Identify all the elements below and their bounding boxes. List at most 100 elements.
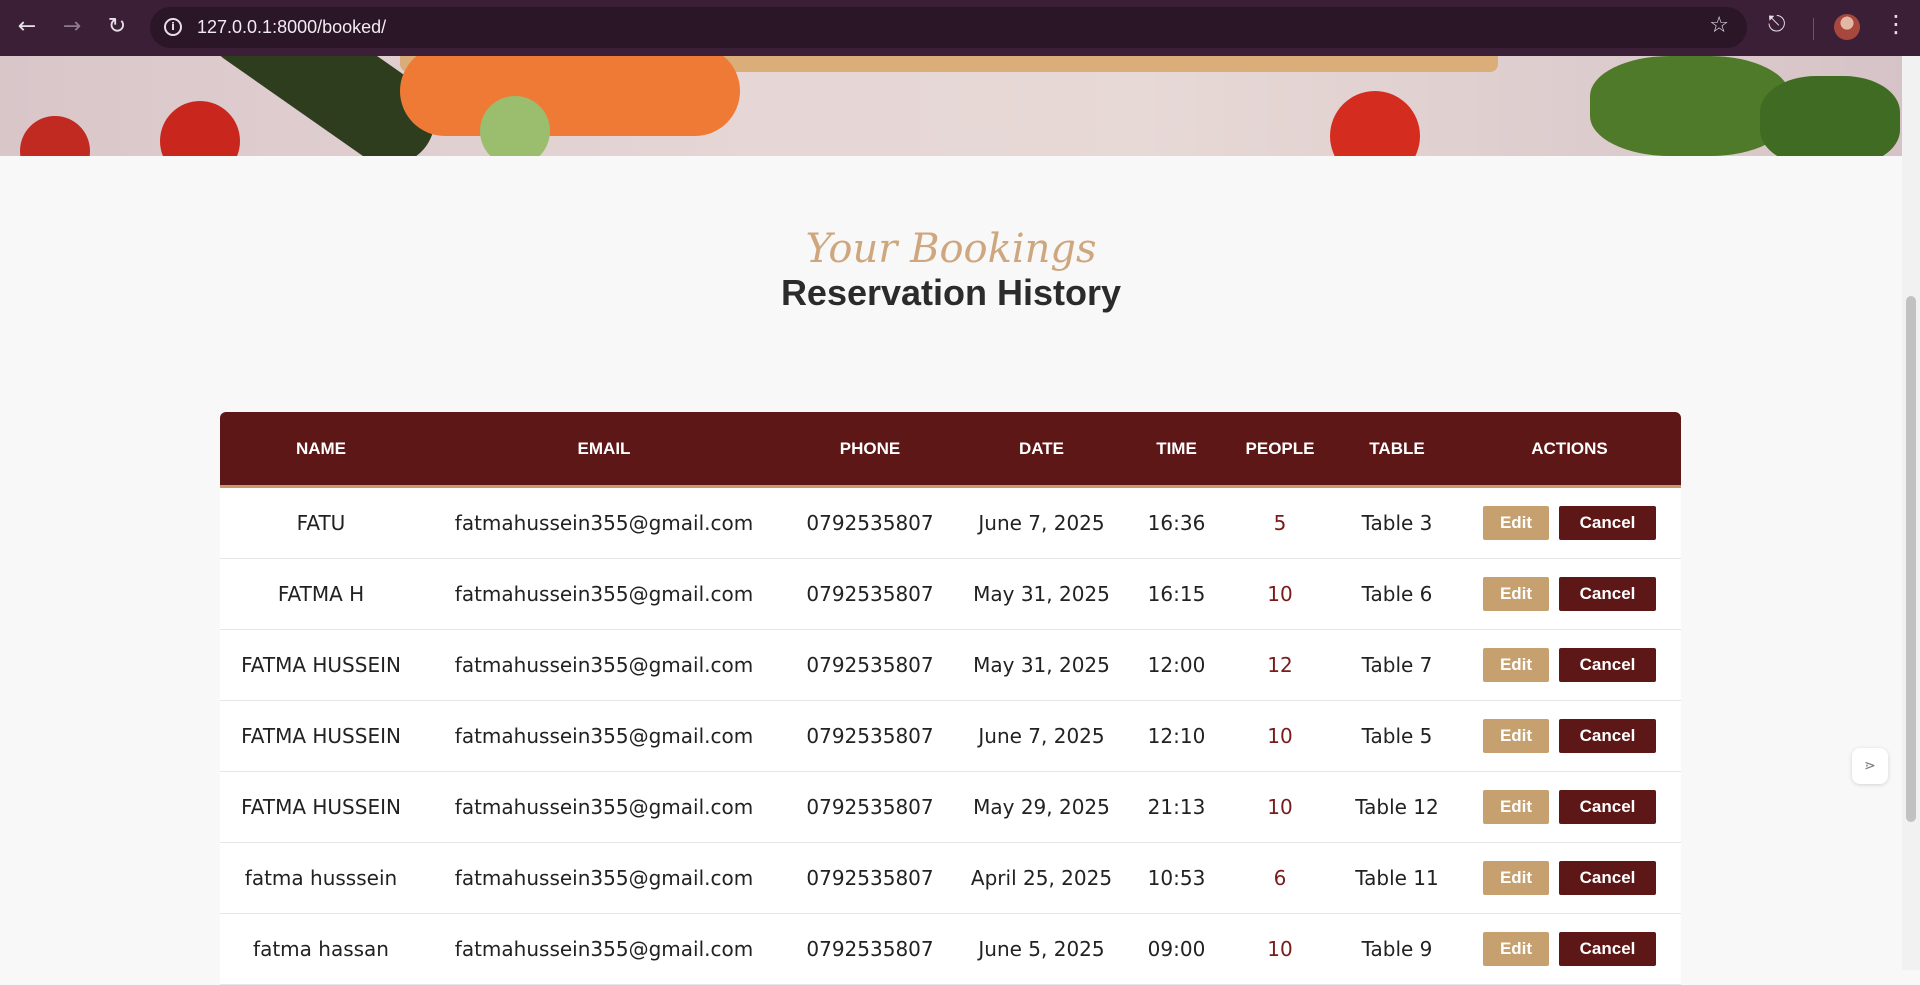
cell-email: fatmahussein355@gmail.com bbox=[454, 937, 754, 961]
cell-table: Table 6 bbox=[1361, 582, 1433, 606]
cell-actions: Edit Cancel bbox=[1458, 719, 1681, 753]
cancel-button[interactable]: Cancel bbox=[1559, 932, 1656, 966]
table-row: FATMA HUSSEIN fatmahussein355@gmail.com … bbox=[220, 630, 1681, 701]
table-row: FATMA H fatmahussein355@gmail.com 079253… bbox=[220, 559, 1681, 630]
cell-date: June 7, 2025 bbox=[978, 511, 1105, 535]
extensions-icon[interactable]: ⎋ bbox=[1768, 12, 1794, 40]
cell-email: fatmahussein355@gmail.com bbox=[454, 653, 754, 677]
edit-button[interactable]: Edit bbox=[1483, 719, 1549, 753]
tomato-image bbox=[1330, 91, 1420, 156]
info-icon[interactable]: i bbox=[164, 18, 182, 36]
cell-people: 10 bbox=[1267, 937, 1293, 961]
edit-button[interactable]: Edit bbox=[1483, 790, 1549, 824]
cell-time: 09:00 bbox=[1147, 937, 1206, 961]
cell-email: fatmahussein355@gmail.com bbox=[454, 582, 754, 606]
cancel-button[interactable]: Cancel bbox=[1559, 790, 1656, 824]
cell-date: May 31, 2025 bbox=[973, 653, 1110, 677]
cancel-button[interactable]: Cancel bbox=[1559, 648, 1656, 682]
cell-name: FATMA H bbox=[277, 582, 365, 606]
cell-email: fatmahussein355@gmail.com bbox=[454, 511, 754, 535]
cell-table: Table 7 bbox=[1361, 653, 1433, 677]
cell-people: 10 bbox=[1267, 795, 1293, 819]
cell-time: 12:00 bbox=[1147, 653, 1206, 677]
cell-name: fatma hassan bbox=[253, 937, 389, 961]
cell-date: June 5, 2025 bbox=[978, 937, 1105, 961]
cancel-button[interactable]: Cancel bbox=[1559, 577, 1656, 611]
cell-phone: 0792535807 bbox=[806, 582, 934, 606]
cell-email: fatmahussein355@gmail.com bbox=[454, 866, 754, 890]
column-header-table: TABLE bbox=[1369, 438, 1425, 458]
cell-table: Table 5 bbox=[1361, 724, 1433, 748]
cell-table: Table 11 bbox=[1355, 866, 1439, 890]
column-header-time: TIME bbox=[1156, 438, 1197, 458]
tomato-image bbox=[160, 101, 240, 156]
address-bar[interactable]: i 127.0.0.1:8000/booked/ ☆ bbox=[150, 7, 1747, 48]
cell-time: 16:36 bbox=[1147, 511, 1206, 535]
cancel-button[interactable]: Cancel bbox=[1559, 506, 1656, 540]
bookmark-star-icon[interactable]: ☆ bbox=[1709, 13, 1729, 38]
cell-phone: 0792535807 bbox=[806, 724, 934, 748]
table-row: FATU fatmahussein355@gmail.com 079253580… bbox=[220, 488, 1681, 559]
edit-button[interactable]: Edit bbox=[1483, 577, 1549, 611]
carrots-image bbox=[400, 56, 740, 136]
side-widget-icon[interactable]: ⋗ bbox=[1852, 748, 1888, 784]
cell-actions: Edit Cancel bbox=[1458, 648, 1681, 682]
cell-people: 5 bbox=[1273, 511, 1287, 535]
edit-button[interactable]: Edit bbox=[1483, 932, 1549, 966]
column-header-actions: ACTIONS bbox=[1531, 438, 1608, 458]
hero-banner bbox=[0, 56, 1902, 156]
cell-time: 16:15 bbox=[1147, 582, 1206, 606]
cell-date: May 31, 2025 bbox=[973, 582, 1110, 606]
cancel-button[interactable]: Cancel bbox=[1559, 861, 1656, 895]
cell-phone: 0792535807 bbox=[806, 795, 934, 819]
cell-name: FATU bbox=[296, 511, 346, 535]
cell-phone: 0792535807 bbox=[806, 866, 934, 890]
url-text[interactable]: 127.0.0.1:8000/booked/ bbox=[197, 17, 386, 38]
table-row: FATMA HUSSEIN fatmahussein355@gmail.com … bbox=[220, 772, 1681, 843]
cell-people: 6 bbox=[1273, 866, 1287, 890]
cell-phone: 0792535807 bbox=[806, 511, 934, 535]
cell-actions: Edit Cancel bbox=[1458, 577, 1681, 611]
reload-icon[interactable]: ↻ bbox=[100, 10, 134, 44]
parsley-image bbox=[1760, 76, 1900, 156]
column-header-email: EMAIL bbox=[577, 438, 631, 458]
cell-email: fatmahussein355@gmail.com bbox=[454, 724, 754, 748]
edit-button[interactable]: Edit bbox=[1483, 648, 1549, 682]
cell-table: Table 12 bbox=[1355, 795, 1439, 819]
cell-actions: Edit Cancel bbox=[1458, 932, 1681, 966]
cell-name: FATMA HUSSEIN bbox=[241, 653, 401, 677]
more-menu-icon[interactable]: ⋮ bbox=[1884, 10, 1908, 38]
cell-date: April 25, 2025 bbox=[970, 866, 1113, 890]
cell-table: Table 9 bbox=[1361, 937, 1433, 961]
column-header-phone: PHONE bbox=[839, 438, 901, 458]
cancel-button[interactable]: Cancel bbox=[1559, 719, 1656, 753]
forward-arrow-icon[interactable]: → bbox=[55, 10, 89, 44]
column-header-name: NAME bbox=[295, 438, 347, 458]
column-header-date: DATE bbox=[1018, 438, 1064, 458]
cell-name: FATMA HUSSEIN bbox=[241, 795, 401, 819]
profile-avatar-icon[interactable] bbox=[1834, 14, 1860, 40]
section-eyebrow: Your Bookings bbox=[805, 226, 1097, 272]
cell-actions: Edit Cancel bbox=[1458, 861, 1681, 895]
column-header-people: PEOPLE bbox=[1245, 438, 1315, 458]
toolbar-divider bbox=[1813, 18, 1814, 40]
cell-time: 10:53 bbox=[1147, 866, 1206, 890]
cell-phone: 0792535807 bbox=[806, 937, 934, 961]
cell-time: 21:13 bbox=[1147, 795, 1206, 819]
cell-phone: 0792535807 bbox=[806, 653, 934, 677]
edit-button[interactable]: Edit bbox=[1483, 861, 1549, 895]
back-arrow-icon[interactable]: ← bbox=[10, 10, 44, 44]
cell-name: FATMA HUSSEIN bbox=[241, 724, 401, 748]
table-row: FATMA HUSSEIN fatmahussein355@gmail.com … bbox=[220, 701, 1681, 772]
cell-date: June 7, 2025 bbox=[978, 724, 1105, 748]
table-header: NAME EMAIL PHONE DATE TIME PEOPLE TABLE … bbox=[220, 412, 1681, 488]
table-row: fatma husssein fatmahussein355@gmail.com… bbox=[220, 843, 1681, 914]
edit-button[interactable]: Edit bbox=[1483, 506, 1549, 540]
cell-people: 10 bbox=[1267, 724, 1293, 748]
cell-date: May 29, 2025 bbox=[973, 795, 1110, 819]
reservations-table: NAME EMAIL PHONE DATE TIME PEOPLE TABLE … bbox=[220, 412, 1681, 985]
scrollbar-thumb[interactable] bbox=[1906, 296, 1916, 822]
browser-toolbar: ← → ↻ i 127.0.0.1:8000/booked/ ☆ ⎋ ⋮ bbox=[0, 0, 1920, 56]
cell-actions: Edit Cancel bbox=[1458, 790, 1681, 824]
tomato-image bbox=[20, 116, 90, 156]
